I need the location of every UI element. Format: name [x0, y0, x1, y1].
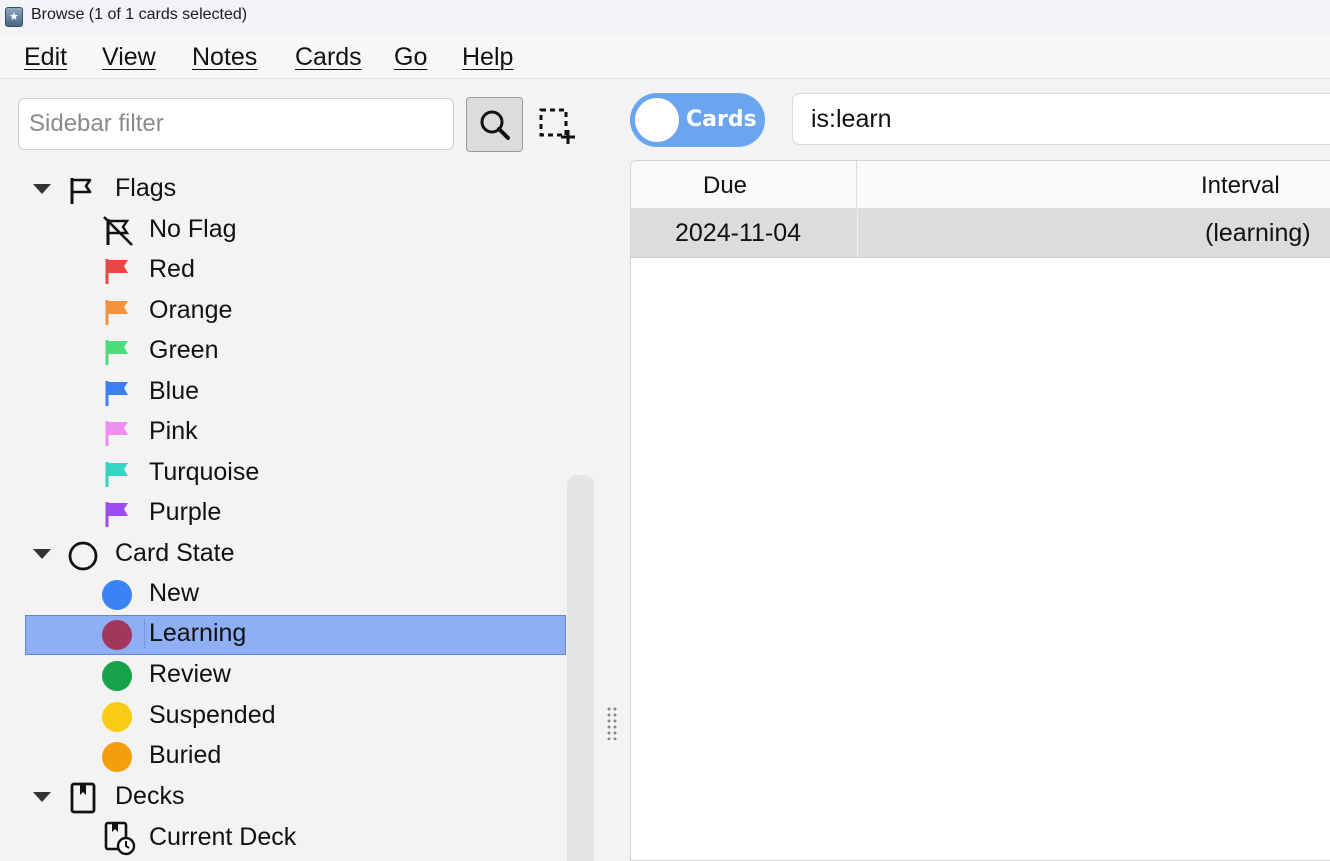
sidebar-item-label: Purple [149, 498, 222, 526]
menu-bar: Edit View Notes Cards Go Help [0, 34, 1330, 79]
sidebar-item-current-deck[interactable]: Current Deck [25, 819, 566, 859]
sidebar-item-label: Flags [115, 174, 177, 202]
circle-outline-icon [68, 541, 98, 571]
chevron-down-icon[interactable] [33, 184, 51, 194]
cell-interval: (learning) [1205, 219, 1311, 247]
sidebar-item-label: Learning [144, 619, 246, 648]
sidebar-item-label: No Flag [149, 215, 237, 243]
flag-red-icon [105, 259, 128, 284]
no-flag-icon [103, 216, 133, 246]
sidebar-item-suspended[interactable]: Suspended [25, 697, 566, 737]
sidebar-item-label: Current Deck [149, 823, 297, 851]
sidebar-item-label: Pink [149, 417, 198, 445]
card-table: Due Interval 2024-11-04 (learning) [630, 160, 1330, 861]
table-row[interactable]: 2024-11-04 (learning) [631, 209, 1330, 258]
sidebar-item-turquoise[interactable]: Turquoise [25, 454, 566, 494]
splitter-handle-icon[interactable] [605, 706, 619, 740]
sidebar-item-label: Red [149, 255, 195, 283]
column-header-due[interactable]: Due [631, 161, 857, 209]
column-header-interval[interactable]: Interval [857, 161, 1330, 209]
menu-edit[interactable]: Edit [24, 43, 67, 72]
sidebar-item-label: Review [149, 660, 231, 688]
sidebar-item-decks[interactable]: Decks [25, 778, 566, 818]
sidebar-search-button[interactable] [466, 97, 523, 152]
state-review-icon [102, 661, 132, 691]
sidebar-item-label: New [149, 579, 200, 607]
sidebar-item-green[interactable]: Green [25, 332, 566, 372]
sidebar-item-review[interactable]: Review [25, 656, 566, 696]
sidebar-item-card-state[interactable]: Card State [25, 535, 566, 575]
search-icon [480, 110, 510, 140]
sidebar-item-label: Buried [149, 741, 222, 769]
app-icon: ★ [5, 7, 23, 27]
menu-help[interactable]: Help [462, 43, 513, 72]
toggle-label: Cards [686, 107, 757, 132]
menu-go[interactable]: Go [394, 43, 427, 72]
state-buried-icon [102, 742, 132, 772]
flag-purple-icon [105, 502, 128, 527]
sidebar-item-label: Orange [149, 296, 233, 324]
flag-green-icon [105, 340, 128, 365]
toggle-knob [635, 98, 679, 142]
flag-pink-icon [105, 421, 128, 446]
menu-notes[interactable]: Notes [192, 43, 257, 72]
sidebar-item-label: Card State [115, 539, 235, 567]
sidebar-item-label: Decks [115, 782, 185, 810]
sidebar-item-pink[interactable]: Pink [25, 413, 566, 453]
sidebar-item-learning[interactable]: Learning [25, 615, 566, 655]
current-deck-icon [104, 821, 136, 856]
state-learning-icon [102, 620, 132, 650]
chevron-down-icon[interactable] [33, 549, 51, 559]
sidebar-item-label: Suspended [149, 701, 276, 729]
flag-blue-icon [105, 381, 128, 406]
chevron-down-icon[interactable] [33, 792, 51, 802]
sidebar-item-orange[interactable]: Orange [25, 292, 566, 332]
sidebar-scrollbar[interactable] [567, 475, 594, 861]
sidebar-item-flags[interactable]: Flags [25, 170, 566, 210]
state-new-icon [102, 580, 132, 610]
sidebar-item-red[interactable]: Red [25, 251, 566, 291]
sidebar-filter-input[interactable] [18, 98, 454, 150]
deck-icon [70, 782, 96, 814]
state-suspended-icon [102, 702, 132, 732]
cards-notes-toggle[interactable]: Cards [630, 93, 765, 147]
sidebar-item-blue[interactable]: Blue [25, 373, 566, 413]
cell-due: 2024-11-04 [675, 219, 802, 247]
flag-turquoise-icon [105, 462, 128, 487]
sidebar-item-label: Blue [149, 377, 200, 405]
sidebar-item-label: Turquoise [149, 458, 260, 486]
window-title: Browse (1 of 1 cards selected) [31, 6, 248, 23]
select-rectangle-icon[interactable] [537, 106, 577, 146]
flag-icon [70, 178, 92, 204]
search-input[interactable] [792, 93, 1330, 145]
menu-view[interactable]: View [102, 43, 156, 72]
sidebar-item-purple[interactable]: Purple [25, 494, 566, 534]
sidebar-item-label: Green [149, 336, 219, 364]
menu-cards[interactable]: Cards [295, 43, 362, 72]
column-divider [857, 209, 858, 257]
flag-orange-icon [105, 300, 128, 325]
sidebar-item-no-flag[interactable]: No Flag [25, 211, 566, 251]
sidebar-item-buried[interactable]: Buried [25, 737, 566, 777]
title-bar: ★ Browse (1 of 1 cards selected) [0, 0, 1330, 34]
sidebar-item-new[interactable]: New [25, 575, 566, 615]
